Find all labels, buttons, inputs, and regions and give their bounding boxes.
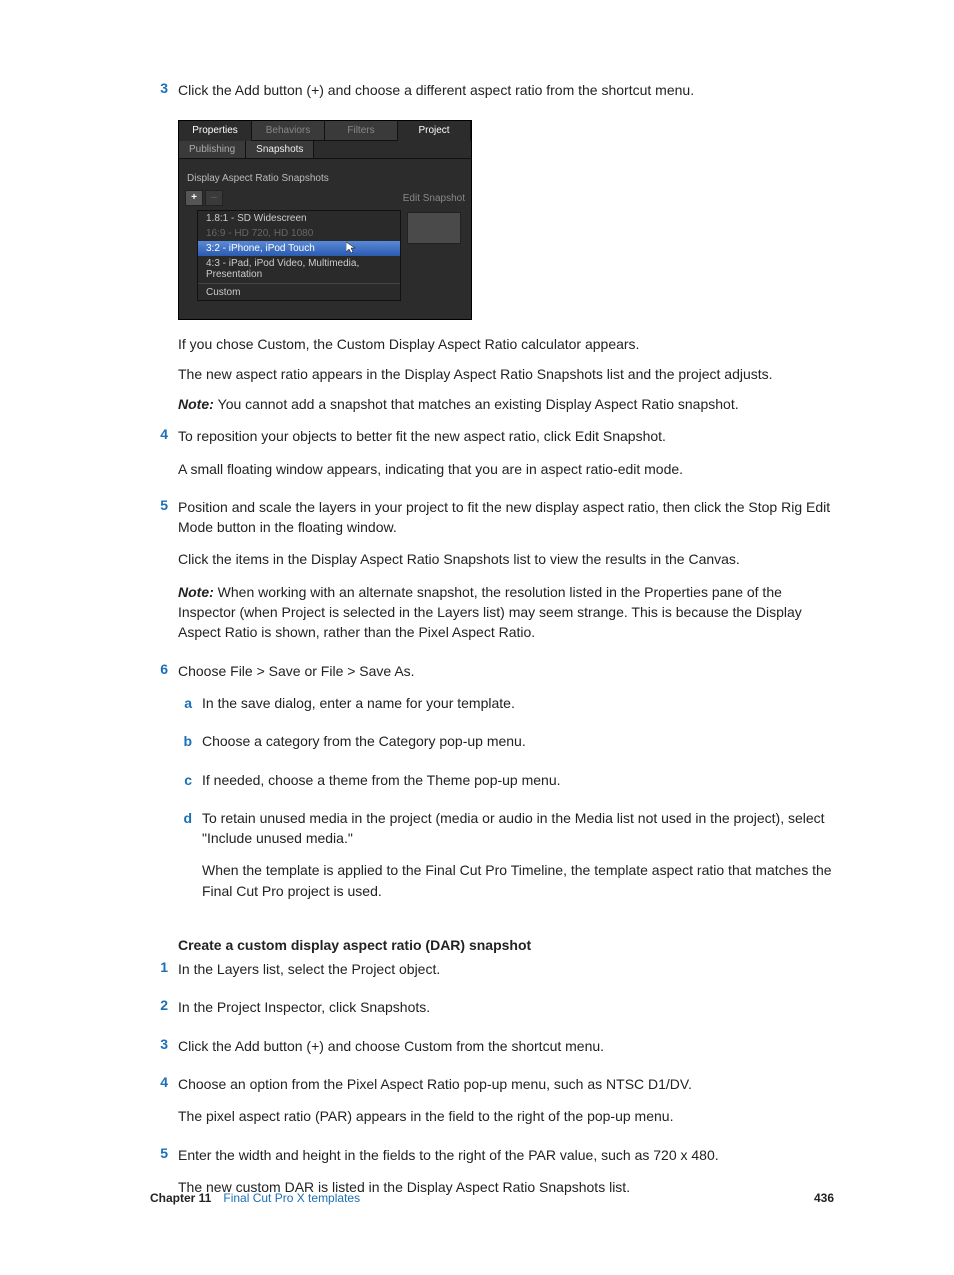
- menu-item-ipad[interactable]: 4:3 - iPad, iPod Video, Multimedia, Pres…: [198, 256, 400, 282]
- step-3-after-1: If you chose Custom, the Custom Display …: [178, 336, 834, 352]
- page: 3 Click the Add button (+) and choose a …: [0, 0, 954, 1275]
- step-number: 6: [150, 661, 168, 919]
- step-5-after: Click the items in the Display Aspect Ra…: [178, 549, 834, 569]
- sub-letter: d: [178, 808, 192, 913]
- menu-item-custom[interactable]: Custom: [198, 285, 400, 300]
- step-body: In the Layers list, select the Project o…: [178, 959, 834, 991]
- step-3: 3 Click the Add button (+) and choose a …: [150, 80, 834, 112]
- step-body: Click the Add button (+) and choose Cust…: [178, 1036, 834, 1068]
- step-text: Click the Add button (+) and choose a di…: [178, 80, 834, 112]
- step-body: In the Project Inspector, click Snapshot…: [178, 997, 834, 1029]
- step-3-note: Note: You cannot add a snapshot that mat…: [178, 396, 834, 412]
- dar-step-3: 3 Click the Add button (+) and choose Cu…: [150, 1036, 834, 1068]
- step-body: To reposition your objects to better fit…: [178, 426, 834, 491]
- menu-separator: [198, 283, 400, 284]
- dar-3-text: Click the Add button (+) and choose Cust…: [178, 1036, 834, 1056]
- inspector-subtabs: Publishing Snapshots: [179, 141, 471, 159]
- inspector-screenshot: Properties Behaviors Filters Project Pub…: [178, 120, 472, 320]
- sub-body: Choose a category from the Category pop-…: [202, 731, 834, 763]
- sub-body: To retain unused media in the project (m…: [202, 808, 834, 913]
- tab-properties[interactable]: Properties: [179, 121, 252, 141]
- page-footer: Chapter 11 Final Cut Pro X templates 436: [150, 1191, 834, 1205]
- step-number: 5: [150, 497, 168, 655]
- note-text: When working with an alternate snapshot,…: [178, 584, 802, 641]
- step-number: 3: [150, 80, 168, 112]
- subtab-publishing[interactable]: Publishing: [179, 141, 246, 158]
- step-body: Position and scale the layers in your pr…: [178, 497, 834, 655]
- step-4: 4 To reposition your objects to better f…: [150, 426, 834, 491]
- menu-item-hd[interactable]: 16:9 - HD 720, HD 1080: [198, 226, 400, 241]
- sub-a-text: In the save dialog, enter a name for you…: [202, 693, 834, 713]
- step-number: 1: [150, 959, 168, 991]
- step-number: 4: [150, 1074, 168, 1139]
- step-5-note: Note: When working with an alternate sna…: [178, 582, 834, 643]
- menu-item-iphone[interactable]: 3:2 - iPhone, iPod Touch: [198, 241, 400, 256]
- step-body: Choose File > Save or File > Save As. a …: [178, 661, 834, 919]
- step-5-text: Position and scale the layers in your pr…: [178, 497, 834, 538]
- note-text: You cannot add a snapshot that matches a…: [218, 396, 739, 412]
- dar-1-text: In the Layers list, select the Project o…: [178, 959, 834, 979]
- step-6-text: Choose File > Save or File > Save As.: [178, 661, 834, 681]
- inspector-tabs: Properties Behaviors Filters Project: [179, 121, 471, 141]
- step-body: Choose an option from the Pixel Aspect R…: [178, 1074, 834, 1139]
- section-title: Display Aspect Ratio Snapshots: [179, 159, 471, 190]
- aspect-ratio-menu: 1.8:1 - SD Widescreen 16:9 - HD 720, HD …: [197, 210, 401, 301]
- dar-2-text: In the Project Inspector, click Snapshot…: [178, 997, 834, 1017]
- tab-filters[interactable]: Filters: [325, 121, 398, 141]
- sub-letter: b: [178, 731, 192, 763]
- chapter-title[interactable]: Final Cut Pro X templates: [223, 1191, 360, 1205]
- step-6: 6 Choose File > Save or File > Save As. …: [150, 661, 834, 919]
- sub-body: If needed, choose a theme from the Theme…: [202, 770, 834, 802]
- menu-item-iphone-label: 3:2 - iPhone, iPod Touch: [206, 243, 315, 254]
- snapshot-preview: [407, 212, 461, 244]
- step-number: 4: [150, 426, 168, 491]
- sub-d-text: To retain unused media in the project (m…: [202, 808, 834, 849]
- dar-5-text: Enter the width and height in the fields…: [178, 1145, 834, 1165]
- sub-b-text: Choose a category from the Category pop-…: [202, 731, 834, 751]
- sub-d: d To retain unused media in the project …: [178, 808, 834, 913]
- tab-project[interactable]: Project: [398, 121, 471, 141]
- page-number: 436: [814, 1191, 834, 1205]
- note-label: Note:: [178, 396, 218, 412]
- sub-letter: a: [178, 693, 192, 725]
- sub-c-text: If needed, choose a theme from the Theme…: [202, 770, 834, 790]
- step-3-after-2: The new aspect ratio appears in the Disp…: [178, 366, 834, 382]
- sub-letter: c: [178, 770, 192, 802]
- remove-button[interactable]: –: [205, 190, 223, 206]
- step-3-text: Click the Add button (+) and choose a di…: [178, 80, 834, 100]
- note-label: Note:: [178, 584, 218, 600]
- chapter-label: Chapter 11: [150, 1191, 211, 1205]
- menu-item-sd-widescreen[interactable]: 1.8:1 - SD Widescreen: [198, 211, 400, 226]
- dar-step-1: 1 In the Layers list, select the Project…: [150, 959, 834, 991]
- add-button[interactable]: +: [185, 190, 203, 206]
- edit-snapshot-button[interactable]: Edit Snapshot: [403, 193, 465, 204]
- step-4-text: To reposition your objects to better fit…: [178, 426, 834, 446]
- sub-b: b Choose a category from the Category po…: [178, 731, 834, 763]
- subtab-snapshots[interactable]: Snapshots: [246, 141, 314, 158]
- sub-body: In the save dialog, enter a name for you…: [202, 693, 834, 725]
- cursor-icon: [346, 242, 356, 257]
- step-4-after: A small floating window appears, indicat…: [178, 459, 834, 479]
- dar-4-after: The pixel aspect ratio (PAR) appears in …: [178, 1106, 834, 1126]
- tab-behaviors[interactable]: Behaviors: [252, 121, 325, 141]
- dar-step-2: 2 In the Project Inspector, click Snapsh…: [150, 997, 834, 1029]
- sub-d-after: When the template is applied to the Fina…: [202, 860, 834, 901]
- sub-a: a In the save dialog, enter a name for y…: [178, 693, 834, 725]
- dar-4-text: Choose an option from the Pixel Aspect R…: [178, 1074, 834, 1094]
- snapshot-toolbar: + – Edit Snapshot: [179, 190, 471, 210]
- section-heading-dar: Create a custom display aspect ratio (DA…: [178, 937, 834, 953]
- step-number: 3: [150, 1036, 168, 1068]
- sub-c: c If needed, choose a theme from the The…: [178, 770, 834, 802]
- step-5: 5 Position and scale the layers in your …: [150, 497, 834, 655]
- dar-step-4: 4 Choose an option from the Pixel Aspect…: [150, 1074, 834, 1139]
- step-number: 2: [150, 997, 168, 1029]
